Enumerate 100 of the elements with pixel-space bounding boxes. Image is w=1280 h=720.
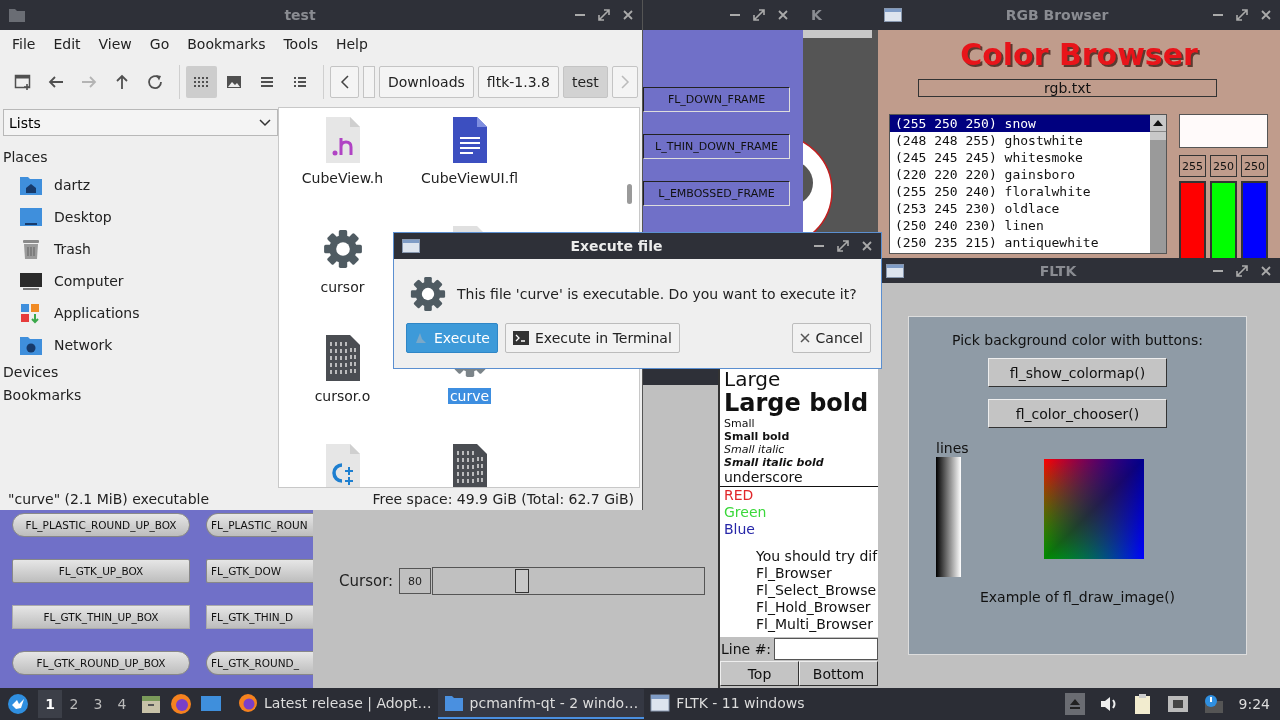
clock: 9:24 — [1238, 696, 1270, 712]
binary-file-icon — [450, 443, 489, 487]
maximize-icon[interactable] — [1236, 9, 1248, 21]
window-icon — [650, 694, 671, 712]
scroll-up-icon[interactable] — [1150, 115, 1166, 131]
color-list-item[interactable]: (255 250 240) floralwhite — [890, 183, 1150, 200]
menu-item[interactable]: Tools — [274, 36, 327, 52]
color-list-item[interactable]: (248 248 255) ghostwhite — [890, 132, 1150, 149]
scroll-button[interactable]: Bottom — [799, 661, 878, 686]
place-item[interactable]: Network — [54, 337, 113, 353]
box-button[interactable]: FL_GTK_THIN_UP_BOX — [12, 605, 190, 629]
box-button[interactable]: FL_GTK_THIN_D — [206, 605, 313, 629]
section-heading[interactable]: Devices — [3, 361, 278, 384]
scroll-left-button[interactable] — [330, 66, 360, 98]
browser-line: Blue — [724, 521, 756, 538]
close-icon — [799, 333, 810, 343]
browser-line: Green — [724, 504, 768, 521]
menu-item[interactable]: Go — [140, 36, 179, 52]
menu-item[interactable]: Edit — [44, 36, 90, 52]
clipboard-icon[interactable] — [1132, 693, 1153, 715]
color-list-item[interactable]: (250 235 215) antiquewhite — [890, 234, 1150, 251]
filename-label[interactable]: CubeView.h — [299, 170, 386, 186]
path-button[interactable]: Downloads — [378, 66, 474, 98]
file-label: rgb.txt — [918, 79, 1217, 97]
network-icon[interactable] — [1166, 695, 1189, 713]
filename-label[interactable]: cursor.o — [312, 388, 373, 404]
task-button[interactable]: FLTK - 11 windows — [644, 689, 811, 719]
browser-icon[interactable] — [170, 693, 192, 715]
task-button[interactable]: pcmanfm-qt - 2 windo… — [437, 689, 645, 719]
box-button[interactable]: FL_GTK_ROUND_UP_BOX — [12, 651, 190, 675]
menu-item[interactable]: View — [89, 36, 141, 52]
value-field: 250 — [1210, 155, 1237, 177]
window-icon — [886, 263, 904, 278]
view-mode-button[interactable] — [185, 66, 217, 98]
dialog-button[interactable]: Execute in Terminal — [505, 323, 680, 353]
line-input-field[interactable] — [774, 638, 878, 660]
color-list-item[interactable]: (245 245 245) whitesmoke — [890, 149, 1150, 166]
color-list-item[interactable]: (255 250 250) snow — [890, 115, 1150, 132]
task-button[interactable]: Latest release | Adopt… — [232, 689, 438, 719]
workspace-button[interactable]: 4 — [110, 690, 134, 718]
scrollbar-thumb[interactable] — [627, 184, 632, 204]
workspace-button[interactable]: 3 — [86, 690, 110, 718]
place-item[interactable]: Desktop — [54, 209, 112, 225]
color-list-item[interactable]: (253 245 230) oldlace — [890, 200, 1150, 217]
close-icon[interactable] — [1260, 9, 1272, 21]
close-icon[interactable] — [861, 240, 873, 252]
function-button[interactable]: fl_show_colormap() — [988, 358, 1167, 387]
file-cabinet-icon[interactable] — [140, 693, 162, 715]
window-title: test — [283, 7, 317, 23]
folder-icon — [8, 7, 26, 23]
scrollbar-thumb[interactable] — [1150, 131, 1166, 140]
function-button[interactable]: fl_color_chooser() — [988, 399, 1167, 428]
notification-icon[interactable] — [1202, 694, 1225, 714]
color-list-item[interactable]: (250 240 230) linen — [890, 217, 1150, 234]
maximize-icon[interactable] — [1236, 264, 1248, 277]
filename-label[interactable]: CubeViewUI.fl — [419, 170, 520, 186]
place-item[interactable]: Applications — [54, 305, 140, 321]
maximize-icon[interactable] — [753, 9, 765, 21]
section-heading[interactable]: Bookmarks — [3, 384, 278, 407]
close-icon[interactable] — [1260, 264, 1272, 277]
reload-icon — [146, 73, 165, 91]
browser-line: Fl_Browser — [755, 565, 833, 582]
workspace-button[interactable]: 1 — [38, 690, 62, 718]
browser-line: Fl_Hold_Browser — [755, 599, 872, 616]
maximize-icon[interactable] — [837, 240, 849, 252]
filename-label[interactable]: cursor — [318, 279, 367, 295]
desktop-icon[interactable] — [200, 694, 222, 714]
color-list[interactable]: (255 250 250) snow (248 248 255) ghostwhite (245 245 245) whitesmoke (220 220 220) gainsboro (255 250 240) floralwhite (253 245 230) oldlace (250 240 230) linen (250 235 215) antiquewhite — [889, 114, 1167, 254]
dialog-button[interactable]: Cancel — [791, 323, 871, 353]
box-button[interactable]: FL_PLASTIC_ROUN — [206, 513, 313, 537]
close-icon[interactable] — [622, 9, 634, 21]
chevron-left-icon — [339, 75, 350, 89]
value-field: 80 — [399, 568, 432, 594]
side-pane-dropdown[interactable]: Lists — [3, 109, 278, 136]
box-button[interactable]: FL_GTK_ROUND_ — [206, 651, 313, 675]
path-button[interactable]: fltk-1.3.8 — [477, 66, 559, 98]
place-item[interactable]: Computer — [54, 273, 124, 289]
slider-thumb[interactable] — [515, 569, 530, 593]
eject-icon[interactable] — [1064, 693, 1085, 715]
color-list-item[interactable]: (220 220 220) gainsboro — [890, 166, 1150, 183]
box-button[interactable]: FL_GTK_UP_BOX — [12, 559, 190, 583]
section-heading[interactable]: Places — [3, 146, 278, 169]
menu-item[interactable]: Bookmarks — [178, 36, 275, 52]
bird-icon[interactable] — [6, 692, 30, 716]
path-button[interactable]: test — [562, 66, 608, 98]
maximize-icon[interactable] — [598, 9, 610, 21]
place-item[interactable]: dartz — [54, 177, 91, 193]
slider[interactable] — [432, 567, 706, 595]
scroll-button[interactable]: Top — [720, 661, 799, 686]
frame-box: L_THIN_DOWN_FRAME — [643, 134, 790, 159]
place-item[interactable]: Trash — [54, 241, 91, 257]
new-tab-icon — [14, 73, 33, 91]
menu-item[interactable]: File — [3, 36, 45, 52]
workspace-button[interactable]: 2 — [62, 690, 86, 718]
browser-icon — [238, 693, 258, 713]
close-icon[interactable] — [777, 9, 789, 21]
menu-item[interactable]: Help — [326, 36, 377, 52]
box-button[interactable]: FL_PLASTIC_ROUND_UP_BOX — [12, 513, 190, 537]
browser-line: Small italic bold — [724, 456, 825, 469]
box-button[interactable]: FL_GTK_DOW — [206, 559, 313, 583]
